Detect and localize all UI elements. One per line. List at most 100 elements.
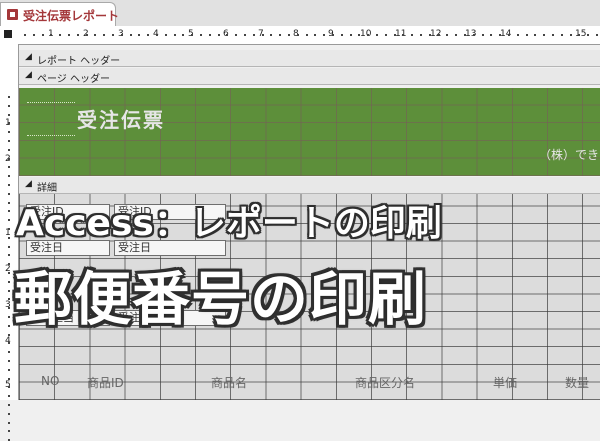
vruler-tick [8, 228, 10, 230]
vruler-tick [8, 342, 10, 344]
vruler-tick [8, 166, 10, 168]
vruler-tick [8, 307, 10, 309]
ruler-tick [534, 34, 536, 36]
ruler-number: 11 [395, 29, 407, 39]
ruler-tick [402, 34, 404, 36]
report-selector[interactable] [4, 30, 12, 38]
ruler-tick [209, 34, 211, 36]
vruler-tick [8, 140, 10, 142]
vruler-tick [8, 272, 10, 274]
section-arrow-icon: ◢ [25, 179, 32, 189]
vruler-tick [8, 369, 10, 371]
column-header-unit-price[interactable]: 単価 [493, 374, 517, 392]
column-header-product-name[interactable]: 商品名 [211, 374, 247, 392]
ruler-tick [306, 34, 308, 36]
ruler-tick [411, 34, 413, 36]
vruler-tick [8, 360, 10, 362]
ruler-tick [235, 34, 237, 36]
ruler-number: 10 [360, 29, 372, 39]
ruler-tick [578, 34, 580, 36]
ruler-tick [24, 34, 26, 36]
vruler-tick [8, 210, 10, 212]
ruler-tick [464, 34, 466, 36]
report-icon [7, 9, 18, 20]
vruler-number: 4 [5, 336, 11, 346]
vruler-tick [8, 263, 10, 265]
vruler-tick [8, 378, 10, 380]
vruler-tick [8, 202, 10, 204]
section-detail[interactable]: ◢ 詳細 [19, 177, 600, 194]
section-label: 詳細 [37, 183, 57, 194]
vruler-tick [8, 430, 10, 432]
vruler-tick [8, 422, 10, 424]
page-header-title[interactable]: 受注伝票 [77, 104, 165, 133]
headline-series: Access：レポートの印刷 [16, 203, 442, 244]
ruler-tick [429, 34, 431, 36]
ruler-tick [50, 34, 52, 36]
vruler-tick [8, 96, 10, 98]
ruler-tick [226, 34, 228, 36]
section-label: レポート ヘッダー [37, 56, 121, 67]
headline-title: 郵便番号の印刷 [14, 265, 428, 333]
vruler-tick [8, 298, 10, 300]
vruler-tick [8, 386, 10, 388]
tab-report[interactable]: 受注伝票レポート [0, 2, 119, 26]
vruler-tick [8, 246, 10, 248]
ruler-tick [156, 34, 158, 36]
column-header-product-id[interactable]: 商品ID [87, 374, 124, 392]
page-header-area[interactable]: 受注伝票 （株）でき [19, 88, 600, 176]
ruler-tick [314, 34, 316, 36]
ruler-tick [332, 34, 334, 36]
section-report-header[interactable]: ◢ レポート ヘッダー [19, 50, 600, 67]
document-tab-strip: 受注伝票レポート [0, 0, 600, 27]
section-arrow-icon: ◢ [25, 52, 32, 62]
ruler-tick [174, 34, 176, 36]
vruler-tick [8, 237, 10, 239]
vruler-tick [8, 413, 10, 415]
ruler-tick [385, 34, 387, 36]
vruler-tick [8, 114, 10, 116]
vruler-tick [8, 316, 10, 318]
ruler-tick [561, 34, 563, 36]
ruler-tick [33, 34, 35, 36]
company-name-label[interactable]: （株）でき [539, 146, 599, 163]
vruler-tick [8, 325, 10, 327]
vruler-tick [8, 290, 10, 292]
column-header-no[interactable]: NO [41, 374, 59, 392]
ruler-tick [191, 34, 193, 36]
ruler-tick [376, 34, 378, 36]
ruler-tick [138, 34, 140, 36]
ruler-tick [182, 34, 184, 36]
vruler-tick [8, 158, 10, 160]
ruler-tick [279, 34, 281, 36]
ruler-tick [130, 34, 132, 36]
vruler-tick [8, 131, 10, 133]
ruler-tick [367, 34, 369, 36]
ruler-tick [358, 34, 360, 36]
ruler-tick [438, 34, 440, 36]
ruler-tick [587, 34, 589, 36]
ruler-tick [262, 34, 264, 36]
ruler-tick [42, 34, 44, 36]
vruler-tick [8, 149, 10, 151]
ruler-tick [103, 34, 105, 36]
ruler-tick [165, 34, 167, 36]
ruler-tick [94, 34, 96, 36]
ruler-tick [86, 34, 88, 36]
ruler-tick [482, 34, 484, 36]
ruler-number: 15 [575, 29, 587, 39]
ruler-tick [218, 34, 220, 36]
ruler-tick [200, 34, 202, 36]
vruler-tick [8, 219, 10, 221]
vruler-tick [8, 175, 10, 177]
column-header-category[interactable]: 商品区分名 [355, 374, 415, 392]
ruler-tick [341, 34, 343, 36]
ruler-tick [121, 34, 123, 36]
ruler-tick [288, 34, 290, 36]
ruler-tick [596, 34, 598, 36]
column-header-quantity[interactable]: 数量 [565, 374, 589, 392]
ruler-tick [68, 34, 70, 36]
vruler-tick [8, 193, 10, 195]
ruler-tick [59, 34, 61, 36]
section-page-header[interactable]: ◢ ページ ヘッダー [19, 68, 600, 85]
